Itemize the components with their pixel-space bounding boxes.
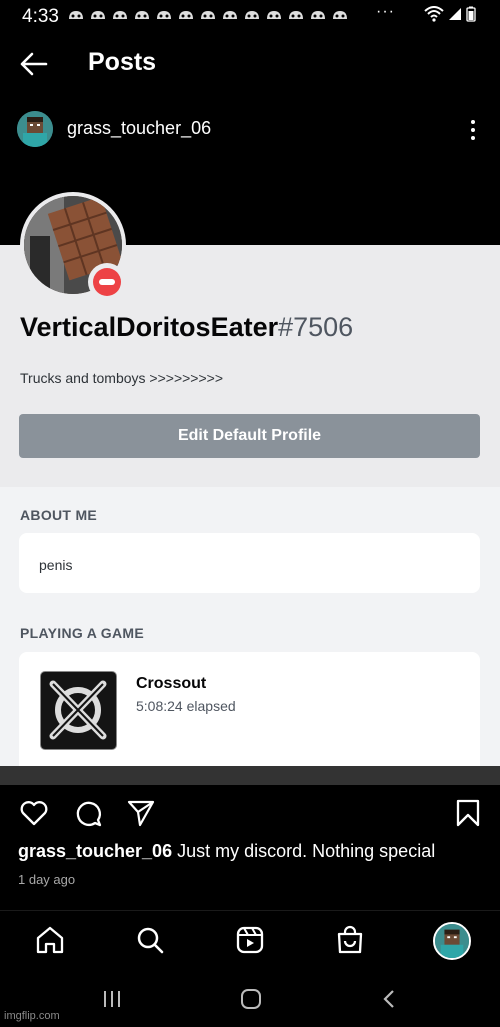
nav-divider [0,910,500,911]
more-notifications: ··· [376,3,395,20]
edit-profile-button: Edit Default Profile [19,414,480,458]
discord-bio: Trucks and tomboys >>>>>>>>> [20,370,223,386]
caption-text: Just my discord. Nothing special [172,841,436,861]
system-icons [424,6,476,22]
battery-icon [466,6,476,22]
signal-icon [449,8,461,20]
playing-heading: PLAYING A GAME [20,625,144,641]
watermark: imgflip.com [4,1010,60,1022]
game-name: Crossout [136,675,207,692]
discriminator: #7506 [278,312,354,342]
game-elapsed: 5:08:24 elapsed [136,698,236,714]
notification-icon [135,11,149,19]
notification-icon [267,11,281,19]
notification-icon [289,11,303,19]
username-text: VerticalDoritosEater [20,312,279,342]
notification-icon [113,11,127,19]
arrow-left-icon[interactable] [18,50,50,78]
discord-username: VerticalDoritosEater#7506 [20,312,353,343]
notification-icon [179,11,193,19]
caption-author[interactable]: grass_toucher_06 [18,841,172,861]
home-icon[interactable] [34,924,66,956]
notification-icon [201,11,215,19]
page-title: Posts [88,48,157,76]
crossout-icon [40,671,117,750]
notification-icons [68,9,348,21]
wifi-icon [424,6,444,22]
profile-tab-avatar[interactable] [433,922,471,960]
notification-icon [333,11,347,19]
shop-icon[interactable] [334,924,366,956]
comment-icon[interactable] [73,798,103,828]
more-vertical-icon[interactable] [466,118,480,142]
notification-icon [157,11,171,19]
post-author[interactable]: grass_toucher_06 [67,118,211,139]
send-icon[interactable] [126,798,156,828]
reels-icon[interactable] [234,924,266,956]
heart-icon[interactable] [19,798,49,828]
bookmark-icon[interactable] [453,798,483,828]
about-me-heading: ABOUT ME [20,507,98,523]
recent-apps-icon[interactable] [100,988,124,1010]
search-icon[interactable] [134,924,166,956]
notification-icon [223,11,237,19]
do-not-disturb-bar [99,279,115,285]
about-me-box [19,533,480,593]
notification-icon [245,11,259,19]
back-button-icon[interactable] [378,988,402,1010]
about-me-text: penis [39,557,73,573]
notification-icon [91,11,105,19]
status-bar: 4:33 ··· [0,0,500,32]
notification-icon [69,11,83,19]
home-button-icon[interactable] [239,988,263,1010]
post-date: 1 day ago [18,872,76,887]
post-caption: grass_toucher_06 Just my discord. Nothin… [18,841,435,862]
status-time: 4:33 [22,6,59,27]
image-bottom-edge [0,766,500,785]
author-avatar[interactable] [17,111,53,147]
notification-icon [311,11,325,19]
